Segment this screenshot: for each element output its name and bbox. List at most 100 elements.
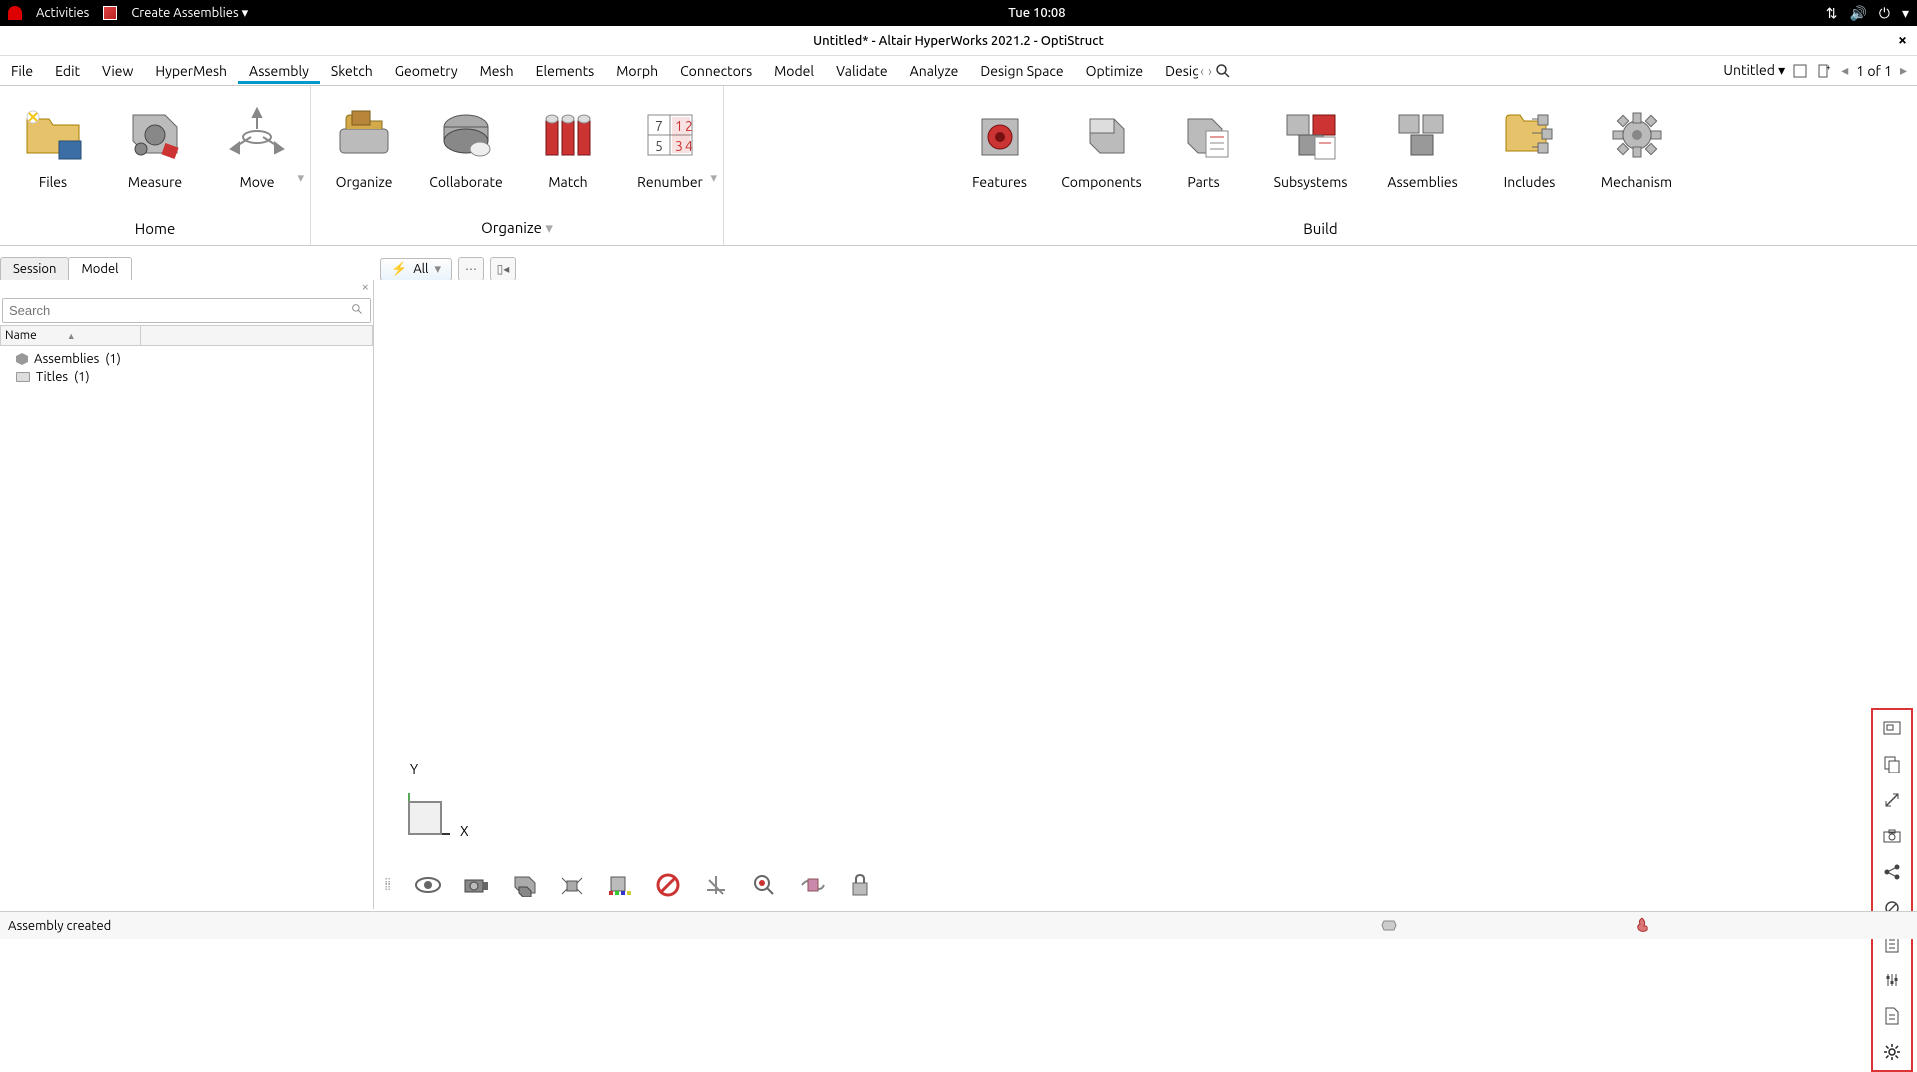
page-icon[interactable] <box>1880 1004 1904 1028</box>
activities-button[interactable]: Activities <box>36 6 89 20</box>
menu-view[interactable]: View <box>91 58 144 84</box>
document-dropdown[interactable]: Untitled ▾ <box>1723 62 1785 79</box>
snapshot-icon[interactable] <box>1880 824 1904 848</box>
ribbon-components-button[interactable]: Components <box>1057 94 1147 194</box>
page-add-icon[interactable]: + <box>1815 62 1833 80</box>
sliders-icon[interactable] <box>1880 968 1904 992</box>
ribbon-features-button[interactable]: Features <box>955 94 1045 194</box>
menu-hypermesh[interactable]: HyperMesh <box>144 58 238 84</box>
home-more-icon[interactable]: ▾ <box>297 171 304 186</box>
tab-model[interactable]: Model <box>68 257 131 280</box>
ribbon-includes-button[interactable]: Includes <box>1485 94 1575 194</box>
move-icon <box>222 98 292 168</box>
ribbon-files-button[interactable]: Files <box>8 94 98 194</box>
fit-view-icon[interactable] <box>1880 716 1904 740</box>
status-box-icon[interactable] <box>1381 916 1401 936</box>
power-icon[interactable]: ⏻ <box>1879 5 1890 22</box>
menu-design-space[interactable]: Design Space <box>969 58 1074 84</box>
system-menu-chevron-icon[interactable]: ▾ <box>1902 5 1909 22</box>
menu-analyze[interactable]: Analyze <box>899 58 970 84</box>
section-icon[interactable] <box>796 871 828 899</box>
menu-file[interactable]: File <box>0 58 44 84</box>
includes-icon <box>1495 98 1565 168</box>
app-menu-button[interactable]: Create Assemblies ▾ <box>131 6 248 21</box>
ribbon-parts-label: Parts <box>1187 174 1219 190</box>
menu-validate[interactable]: Validate <box>825 58 899 84</box>
menu-model[interactable]: Model <box>763 58 825 84</box>
perspective-icon[interactable] <box>508 871 540 899</box>
menu-edit[interactable]: Edit <box>44 58 91 84</box>
explode-icon[interactable] <box>556 871 588 899</box>
clock[interactable]: Tue 10:08 <box>248 6 1826 20</box>
tree-column-header[interactable]: Name▲ <box>0 325 373 346</box>
network-icon[interactable]: ⇅ <box>1826 5 1838 22</box>
ribbon-subsystems-button[interactable]: Subsystems <box>1261 94 1361 194</box>
menu-scroll-right-icon[interactable]: › <box>1206 63 1214 79</box>
tree-item-titles[interactable]: Titles (1) <box>4 368 369 386</box>
selector-reset-button[interactable]: ▯◂ <box>490 257 516 281</box>
window-layout-icon[interactable] <box>1791 62 1809 80</box>
ribbon-organize-button[interactable]: Organize <box>319 94 409 194</box>
selector-more-button[interactable]: ⋯ <box>458 257 484 281</box>
assembly-icon <box>16 353 28 365</box>
menu-elements[interactable]: Elements <box>525 58 606 84</box>
app-icon <box>103 6 117 20</box>
expand-icon[interactable] <box>1880 788 1904 812</box>
menu-morph[interactable]: Morph <box>605 58 669 84</box>
tree-item-count: (1) <box>105 352 121 366</box>
ribbon-collaborate-button[interactable]: Collaborate <box>421 94 511 194</box>
no-entry-icon[interactable] <box>652 871 684 899</box>
ribbon-measure-button[interactable]: Measure <box>110 94 200 194</box>
organize-more-icon[interactable]: ▾ <box>710 171 717 186</box>
panel-close-button[interactable]: × <box>0 280 373 296</box>
ribbon-match-button[interactable]: Match <box>523 94 613 194</box>
svg-text:2: 2 <box>685 118 693 134</box>
mechanism-icon <box>1602 98 1672 168</box>
menu-sketch[interactable]: Sketch <box>320 58 384 84</box>
axes-display-icon[interactable] <box>700 871 732 899</box>
ribbon-move-button[interactable]: Move <box>212 94 302 194</box>
menu-optimize[interactable]: Optimize <box>1075 58 1154 84</box>
camera-icon[interactable] <box>460 871 492 899</box>
volume-icon[interactable]: 🔊 <box>1849 5 1866 22</box>
gear-icon[interactable] <box>1880 1040 1904 1064</box>
tab-session[interactable]: Session <box>0 257 69 280</box>
ribbon-components-label: Components <box>1061 174 1142 190</box>
zoom-icon[interactable] <box>748 871 780 899</box>
menu-scroll-left-icon[interactable]: ‹ <box>1198 63 1206 79</box>
window-close-button[interactable]: × <box>1898 31 1907 49</box>
menu-mesh[interactable]: Mesh <box>469 58 525 84</box>
selector-all-dropdown[interactable]: ⚡All ▾ <box>380 258 452 281</box>
menu-connectors[interactable]: Connectors <box>669 58 763 84</box>
axis-triad[interactable]: Y X <box>404 769 474 839</box>
share-icon[interactable] <box>1880 860 1904 884</box>
menu-assembly[interactable]: Assembly <box>238 58 320 84</box>
search-magnify-icon[interactable] <box>351 303 364 316</box>
ribbon-mechanism-button[interactable]: Mechanism <box>1587 94 1687 194</box>
page-next-icon[interactable]: ▸ <box>1898 62 1909 79</box>
ribbon-renumber-button[interactable]: 715324 Renumber <box>625 94 715 194</box>
lock-icon[interactable] <box>844 871 876 899</box>
tree-item-label: Assemblies <box>34 352 99 366</box>
menu-geometry[interactable]: Geometry <box>384 58 469 84</box>
ribbon-parts-button[interactable]: Parts <box>1159 94 1249 194</box>
organize-icon <box>329 98 399 168</box>
ribbon-assemblies-button[interactable]: Assemblies <box>1373 94 1473 194</box>
axis-y-label: Y <box>410 761 418 777</box>
files-icon <box>18 98 88 168</box>
color-by-icon[interactable] <box>604 871 636 899</box>
toolbar-grip-icon[interactable]: ⠿⠿ <box>384 880 396 890</box>
status-flame-icon[interactable] <box>1633 916 1653 936</box>
features-icon <box>965 98 1035 168</box>
bolt-icon: ⚡ <box>391 262 407 277</box>
page-prev-icon[interactable]: ◂ <box>1839 62 1850 79</box>
copy-icon[interactable] <box>1880 752 1904 776</box>
search-icon[interactable] <box>1214 62 1232 80</box>
viewport[interactable]: Y X ⠿⠿ <box>374 280 1917 909</box>
search-input[interactable] <box>3 299 370 322</box>
menu-design-truncated[interactable]: Design <box>1154 58 1198 84</box>
visibility-icon[interactable] <box>412 871 444 899</box>
tree-item-assemblies[interactable]: Assemblies (1) <box>4 350 369 368</box>
folder-icon <box>16 372 30 382</box>
axis-x-label: X <box>460 823 469 839</box>
